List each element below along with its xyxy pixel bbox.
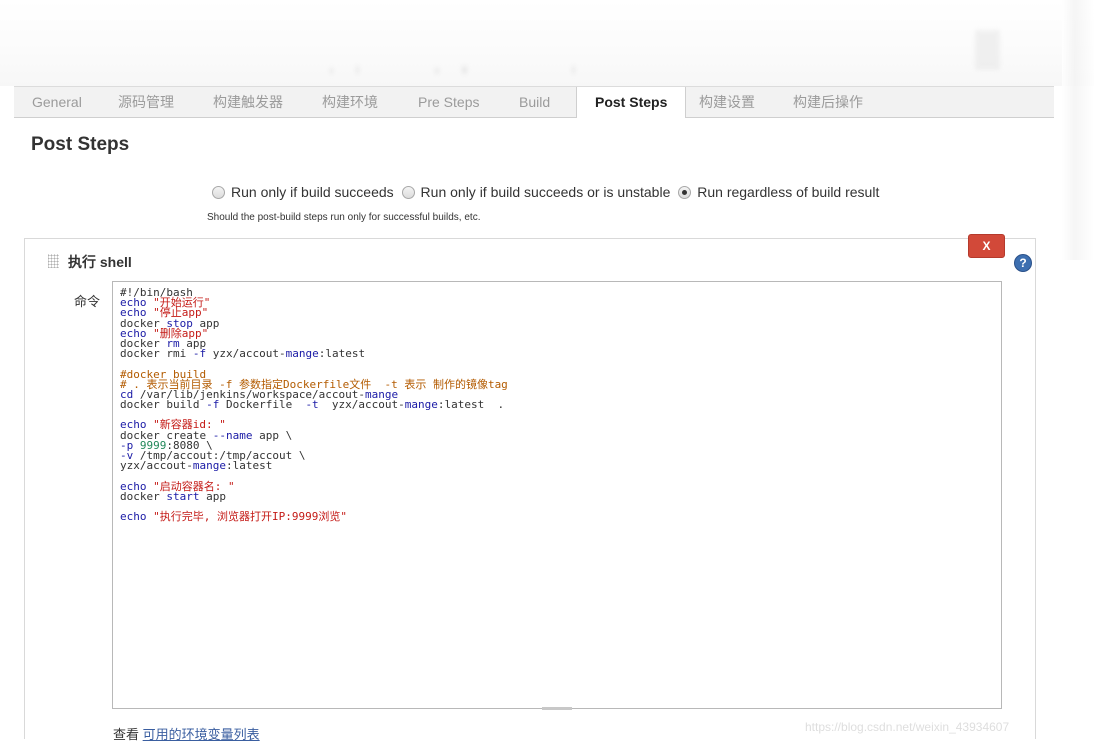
run-condition-help: Should the post-build steps run only for…	[207, 212, 481, 223]
tab-build-settings[interactable]: 构建设置	[699, 87, 755, 117]
code-line: docker rmi -f yzx/accout-mange:latest	[120, 347, 366, 361]
section-title: Post Steps	[31, 134, 130, 155]
blurred-header-area	[0, 0, 1094, 86]
tab-build-environment[interactable]: 构建环境	[322, 87, 378, 117]
textarea-resize-handle[interactable]	[542, 707, 572, 710]
tab-pre-steps[interactable]: Pre Steps	[418, 87, 479, 117]
radio-button[interactable]	[212, 186, 225, 199]
command-code: #!/bin/bash echo "开始运行" echo "停止app" docker…	[120, 287, 508, 524]
radio-option-success[interactable]: Run only if build succeeds	[212, 184, 394, 200]
command-label: 命令	[74, 294, 101, 309]
tab-source-code[interactable]: 源码管理	[118, 87, 174, 117]
code-line: echo "执行完毕, 浏览器打开IP:9999浏览"	[120, 510, 347, 524]
command-textarea[interactable]: #!/bin/bash echo "开始运行" echo "停止app" docker…	[112, 281, 1002, 709]
help-icon[interactable]: ?	[1014, 254, 1032, 272]
tab-post-build-actions[interactable]: 构建后操作	[793, 87, 863, 117]
env-vars-link[interactable]: 可用的环境变量列表	[143, 727, 260, 742]
delete-step-button[interactable]: X	[968, 234, 1005, 258]
radio-button[interactable]	[401, 186, 415, 199]
config-tab-bar: General 源码管理 构建触发器 构建环境 Pre Steps Build …	[14, 86, 1054, 118]
radio-label: Run only if build succeeds or is unstabl…	[420, 184, 671, 200]
env-vars-row: 查看 可用的环境变量列表	[113, 724, 260, 743]
radio-label: Run regardless of build result	[697, 184, 880, 200]
radio-option-success-or-unstable[interactable]: Run only if build succeeds or is unstabl…	[401, 184, 671, 200]
env-vars-prefix: 查看	[113, 727, 140, 742]
tab-build-triggers[interactable]: 构建触发器	[213, 87, 283, 117]
radio-option-regardless[interactable]: Run regardless of build result	[678, 184, 879, 200]
tab-post-steps[interactable]: Post Steps	[576, 87, 687, 118]
code-line: docker start app	[120, 489, 226, 503]
code-line: docker build -f Dockerfile -t yzx/accout…	[120, 398, 505, 412]
drag-handle-icon[interactable]	[48, 254, 59, 268]
post-steps-run-condition: Run only if build succeeds Run only if b…	[212, 184, 883, 200]
watermark: https://blog.csdn.net/weixin_43934607	[805, 720, 1010, 734]
step-title: 执行 shell	[68, 254, 132, 270]
blurred-edge	[1062, 0, 1094, 260]
radio-label: Run only if build succeeds	[231, 184, 394, 200]
code-line: yzx/accout-mange:latest	[120, 459, 273, 473]
tab-general[interactable]: General	[32, 87, 82, 117]
radio-button-selected[interactable]	[678, 186, 692, 199]
tab-build[interactable]: Build	[519, 87, 550, 117]
